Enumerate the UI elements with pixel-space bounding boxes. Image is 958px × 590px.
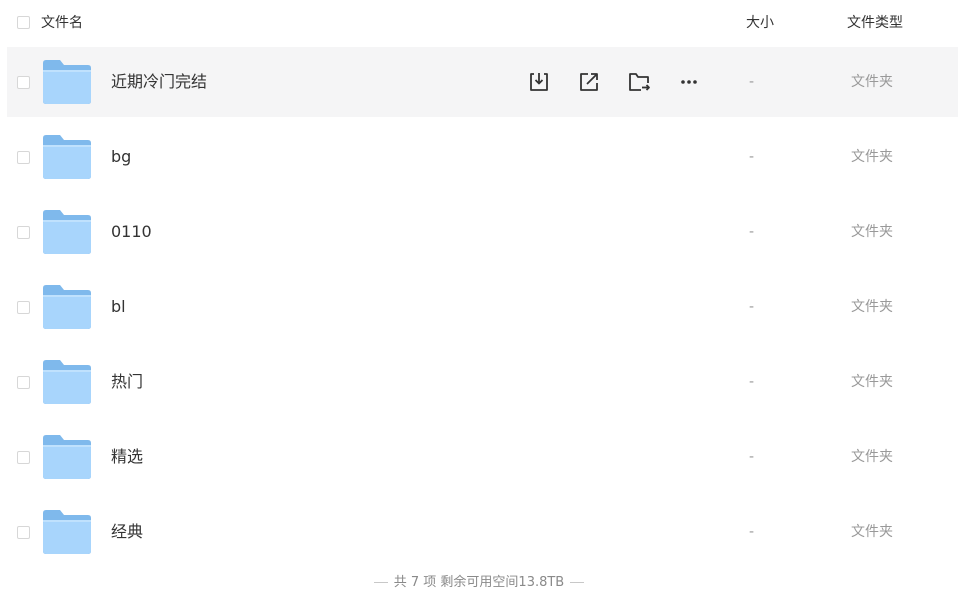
file-type: 文件夹 [851, 74, 893, 90]
file-size: - [749, 149, 755, 165]
row-checkbox[interactable] [17, 76, 30, 89]
file-row[interactable]: bl - 文件夹 [7, 272, 958, 342]
file-type: 文件夹 [851, 449, 893, 465]
file-row[interactable]: 经典 - 文件夹 [7, 497, 958, 567]
footer-summary: 共 7 项 剩余可用空间13.8TB [393, 575, 565, 590]
file-list-page: 文件名 大小 文件类型 近期冷门完结 - 文件夹 bg - 文件夹 0110 -… [0, 0, 958, 590]
row-checkbox[interactable] [17, 451, 30, 464]
row-actions [493, 47, 723, 117]
column-header-type[interactable]: 文件类型 [847, 13, 903, 33]
file-name[interactable]: 精选 [111, 446, 143, 468]
file-type: 文件夹 [851, 299, 893, 315]
file-name[interactable]: 热门 [111, 371, 143, 393]
row-checkbox[interactable] [17, 376, 30, 389]
file-size: - [749, 74, 755, 90]
folder-icon [43, 285, 91, 329]
more-icon[interactable] [677, 70, 701, 94]
list-footer: 共 7 项 剩余可用空间13.8TB [0, 574, 958, 590]
footer-divider-left [373, 582, 388, 583]
folder-icon [43, 360, 91, 404]
folder-icon [43, 435, 91, 479]
file-type: 文件夹 [851, 149, 893, 165]
file-row[interactable]: 0110 - 文件夹 [7, 197, 958, 267]
file-name[interactable]: 0110 [111, 221, 152, 243]
file-name[interactable]: 经典 [111, 521, 143, 543]
file-row[interactable]: 精选 - 文件夹 [7, 422, 958, 492]
file-row[interactable]: 热门 - 文件夹 [7, 347, 958, 417]
folder-icon [43, 210, 91, 254]
file-name[interactable]: bg [111, 146, 131, 168]
share-icon[interactable] [577, 70, 601, 94]
folder-icon [43, 60, 91, 104]
file-size: - [749, 449, 755, 465]
column-header-size[interactable]: 大小 [746, 13, 774, 33]
row-checkbox[interactable] [17, 301, 30, 314]
file-row[interactable]: 近期冷门完结 - 文件夹 [7, 47, 958, 117]
row-checkbox[interactable] [17, 151, 30, 164]
file-name[interactable]: 近期冷门完结 [111, 71, 207, 93]
folder-icon [43, 135, 91, 179]
file-size: - [749, 374, 755, 390]
row-checkbox[interactable] [17, 526, 30, 539]
file-size: - [749, 299, 755, 315]
file-name[interactable]: bl [111, 296, 126, 318]
footer-divider-right [570, 582, 585, 583]
file-size: - [749, 224, 755, 240]
folder-icon [43, 510, 91, 554]
column-header-name[interactable]: 文件名 [41, 13, 83, 33]
select-all-checkbox[interactable] [17, 16, 30, 29]
file-size: - [749, 524, 755, 540]
file-row[interactable]: bg - 文件夹 [7, 122, 958, 192]
row-checkbox[interactable] [17, 226, 30, 239]
move-icon[interactable] [627, 70, 651, 94]
file-type: 文件夹 [851, 524, 893, 540]
file-type: 文件夹 [851, 374, 893, 390]
download-icon[interactable] [527, 70, 551, 94]
file-type: 文件夹 [851, 224, 893, 240]
file-list-header: 文件名 大小 文件类型 [0, 0, 958, 46]
